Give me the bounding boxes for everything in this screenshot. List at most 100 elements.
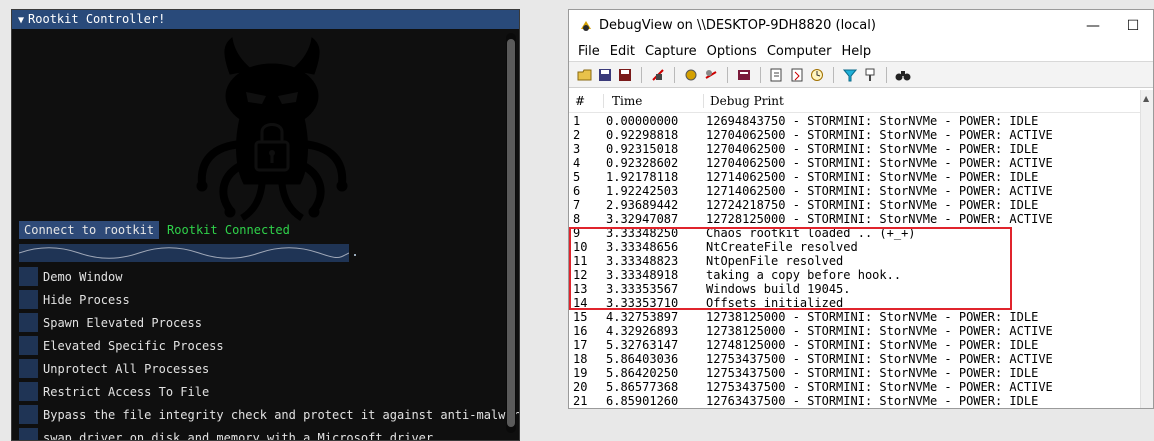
log-time: 3.33353710 <box>606 296 679 310</box>
log-row[interactable]: 3 0.92315018 12704062500 - STORMINI: StorN… <box>569 142 1143 156</box>
option-restrict-access-to-file[interactable]: Restrict Access To File <box>19 382 209 401</box>
imgui-title-bar[interactable]: ▼ Rootkit Controller! <box>12 10 519 29</box>
clear-display-icon[interactable] <box>736 67 752 83</box>
log-number: 14 <box>573 296 588 310</box>
log-row[interactable]: 8 3.32947087 12728125000 - STORMINI: StorN… <box>569 212 1143 226</box>
checkbox[interactable] <box>19 313 38 332</box>
checkbox[interactable] <box>19 267 38 286</box>
toolbar-separator <box>833 66 834 83</box>
log-row[interactable]: 10 3.33348656 NtCreateFile resolved <box>569 240 1143 254</box>
log-list: 1 0.00000000 12694843750 - STORMINI: StorN… <box>569 114 1143 408</box>
toolbar-separator <box>674 66 675 83</box>
menu-capture[interactable]: Capture <box>640 44 702 59</box>
log-row[interactable]: 4 0.92328602 12704062500 - STORMINI: StorN… <box>569 156 1143 170</box>
toolbar-separator <box>886 66 887 83</box>
log-number: 5 <box>573 170 581 184</box>
connect-to-rootkit-button[interactable]: Connect to rootkit <box>19 221 160 239</box>
log-number: 19 <box>573 366 588 380</box>
log-message: 12704062500 - STORMINI: StorNVMe - POWER… <box>706 142 1039 156</box>
collapse-arrow-icon[interactable]: ▼ <box>18 15 24 26</box>
option-label: Elevated Specific Process <box>43 338 224 353</box>
menu-options[interactable]: Options <box>702 44 762 59</box>
checkbox[interactable] <box>19 405 38 424</box>
log-row[interactable]: 14 3.33353710 Offsets initialized <box>569 296 1143 310</box>
log-message: 12694843750 - STORMINI: StorNVMe - POWER… <box>706 114 1039 128</box>
menu-help[interactable]: Help <box>836 44 876 59</box>
log-row[interactable]: 13 3.33353567 Windows build 19045. <box>569 282 1143 296</box>
debugview-window: DebugView on \\DESKTOP-9DH8820 (local) —… <box>568 9 1154 409</box>
highlight-icon[interactable] <box>862 67 878 83</box>
imgui-scrollbar[interactable] <box>506 33 516 433</box>
scrollbar-thumb[interactable] <box>507 39 515 427</box>
option-spawn-elevated-process[interactable]: Spawn Elevated Process <box>19 313 202 332</box>
log-time: 3.33348656 <box>606 240 679 254</box>
save-all-icon[interactable] <box>617 67 633 83</box>
option-hide-process[interactable]: Hide Process <box>19 290 130 309</box>
log-number: 6 <box>573 184 581 198</box>
log-row[interactable]: 15 4.32753897 12738125000 - STORMINI: Stor… <box>569 310 1143 324</box>
option-label: Restrict Access To File <box>43 384 210 399</box>
log-number: 1 <box>573 114 581 128</box>
log-number: 11 <box>573 254 588 268</box>
checkbox[interactable] <box>19 428 38 440</box>
log-row[interactable]: 7 2.93689442 12724218750 - STORMINI: StorN… <box>569 198 1143 212</box>
log-row[interactable]: 16 4.32926893 12738125000 - STORMINI: Stor… <box>569 324 1143 338</box>
log-row[interactable]: 20 5.86577368 12753437500 - STORMINI: Stor… <box>569 380 1143 394</box>
log-row[interactable]: 1 0.00000000 12694843750 - STORMINI: StorN… <box>569 114 1143 128</box>
capture-kernel-icon[interactable] <box>683 67 699 83</box>
checkbox[interactable] <box>19 382 38 401</box>
log-row[interactable]: 19 5.86420250 12753437500 - STORMINI: Stor… <box>569 366 1143 380</box>
option-bypass-file-integrity[interactable]: Bypass the file integrity check and prot… <box>19 405 520 424</box>
log-number: 12 <box>573 268 588 282</box>
debugview-title-bar[interactable]: DebugView on \\DESKTOP-9DH8820 (local) —… <box>569 10 1153 41</box>
log-row[interactable]: 9 3.33348250 Chaos rootkit loaded .. (+_+) <box>569 226 1143 240</box>
log-time: 5.86577368 <box>606 380 679 394</box>
option-elevated-specific-process[interactable]: Elevated Specific Process <box>19 336 224 355</box>
filter-icon[interactable] <box>842 67 858 83</box>
log-number: 9 <box>573 226 581 240</box>
clock-icon[interactable] <box>809 67 825 83</box>
binoculars-icon[interactable] <box>895 67 911 83</box>
log-message: 12753437500 - STORMINI: StorNVMe - POWER… <box>706 380 1053 394</box>
autoscroll-icon[interactable] <box>789 67 805 83</box>
column-header-debug-print[interactable]: Debug Print <box>703 94 1143 108</box>
log-time: 5.32763147 <box>606 338 679 352</box>
option-swap-driver[interactable]: swap driver on disk and memory with a Mi… <box>19 428 434 441</box>
window-title: Rootkit Controller! <box>28 12 166 26</box>
vertical-scrollbar[interactable]: ▲ <box>1140 90 1153 408</box>
log-row[interactable]: 6 1.92242503 12714062500 - STORMINI: StorN… <box>569 184 1143 198</box>
checkbox[interactable] <box>19 336 38 355</box>
log-number: 21 <box>573 394 588 408</box>
menu-edit[interactable]: Edit <box>605 44 640 59</box>
log-row[interactable]: 5 1.92178118 12714062500 - STORMINI: StorN… <box>569 170 1143 184</box>
window-title: DebugView on \\DESKTOP-9DH8820 (local) <box>599 18 876 33</box>
column-header-time[interactable]: Time <box>603 94 703 108</box>
capture-win32-icon[interactable] <box>703 67 719 83</box>
maximize-icon[interactable]: ☐ <box>1113 18 1153 34</box>
log-row[interactable]: 17 5.32763147 12748125000 - STORMINI: Stor… <box>569 338 1143 352</box>
activity-wave-plot <box>18 244 350 262</box>
menu-computer[interactable]: Computer <box>762 44 837 59</box>
capture-icon[interactable] <box>650 67 666 83</box>
scroll-up-icon[interactable]: ▲ <box>1143 94 1149 103</box>
column-header-number[interactable]: # <box>569 94 603 108</box>
log-row[interactable]: 18 5.86403036 12753437500 - STORMINI: Stor… <box>569 352 1143 366</box>
log-message: 12714062500 - STORMINI: StorNVMe - POWER… <box>706 170 1039 184</box>
option-label: swap driver on disk and memory with a Mi… <box>43 430 434 441</box>
connection-status-text: Rootkit Connected <box>167 223 290 237</box>
log-number: 2 <box>573 128 581 142</box>
log-row[interactable]: 2 0.92298818 12704062500 - STORMINI: StorN… <box>569 128 1143 142</box>
log-row[interactable]: 21 6.85901260 12763437500 - STORMINI: Stor… <box>569 394 1143 408</box>
log-row[interactable]: 12 3.33348918 taking a copy before hook.. <box>569 268 1143 282</box>
open-icon[interactable] <box>577 67 593 83</box>
menu-file[interactable]: File <box>573 44 605 59</box>
log-row[interactable]: 11 3.33348823 NtOpenFile resolved <box>569 254 1143 268</box>
find-icon[interactable] <box>769 67 785 83</box>
minimize-icon[interactable]: — <box>1073 18 1113 34</box>
option-unprotect-all-processes[interactable]: Unprotect All Processes <box>19 359 209 378</box>
checkbox[interactable] <box>19 290 38 309</box>
save-icon[interactable] <box>597 67 613 83</box>
option-demo-window[interactable]: Demo Window <box>19 267 122 286</box>
option-label: Bypass the file integrity check and prot… <box>43 407 520 422</box>
checkbox[interactable] <box>19 359 38 378</box>
